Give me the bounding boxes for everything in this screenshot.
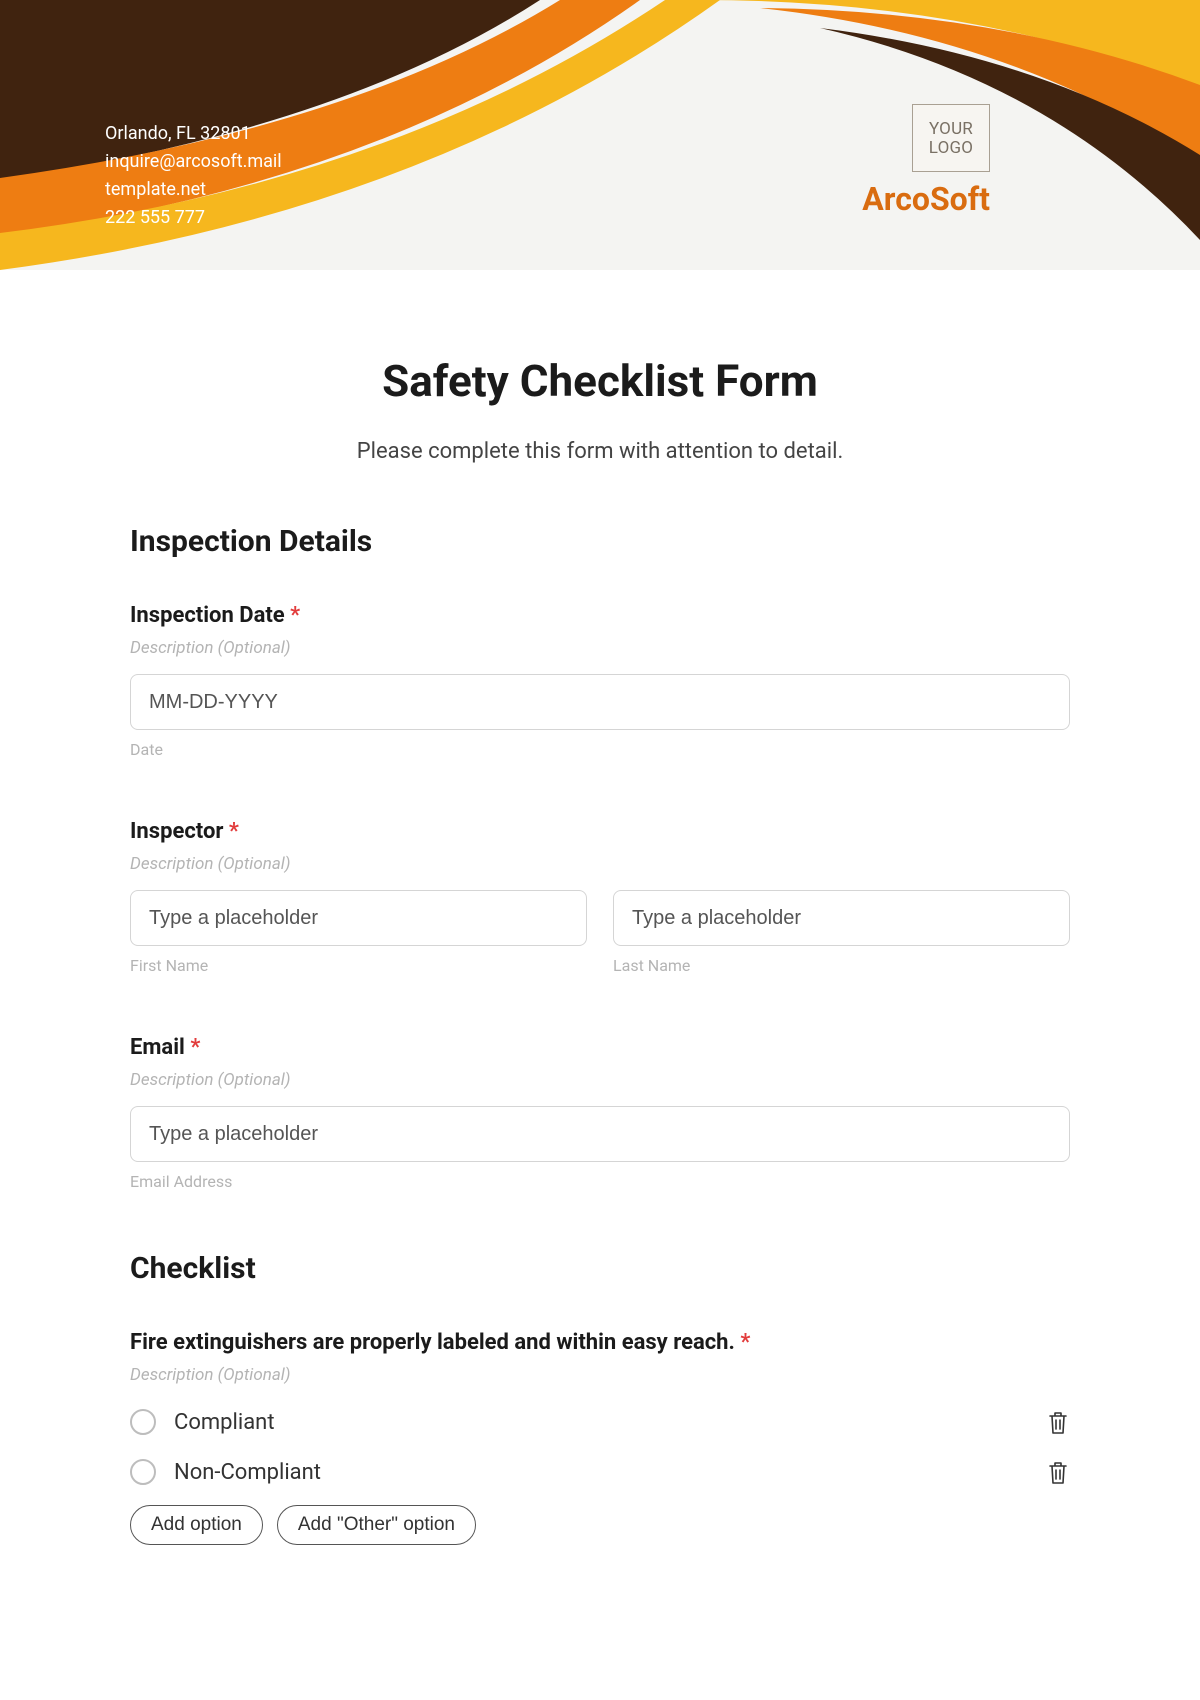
inspector-desc: Description (Optional) xyxy=(130,854,1070,874)
inspector-label: Inspector * xyxy=(130,819,1070,844)
company-email: inquire@arcosoft.mail xyxy=(105,148,282,176)
field-email: Email * Description (Optional) Email Add… xyxy=(130,1035,1070,1191)
inspector-first-sublabel: First Name xyxy=(130,956,587,975)
company-address: Orlando, FL 32801 xyxy=(105,120,282,148)
field-fire-extinguishers: Fire extinguishers are properly labeled … xyxy=(130,1330,1070,1545)
field-inspector: Inspector * Description (Optional) First… xyxy=(130,819,1070,975)
company-phone: 222 555 777 xyxy=(105,204,282,232)
section-checklist-heading: Checklist xyxy=(130,1251,1070,1286)
email-label: Email * xyxy=(130,1035,1070,1060)
radio-row-compliant: Compliant xyxy=(130,1401,1070,1443)
add-option-button[interactable]: Add option xyxy=(130,1505,263,1545)
email-input[interactable] xyxy=(130,1106,1070,1162)
required-marker: * xyxy=(229,819,239,844)
radio-noncompliant-label: Non-Compliant xyxy=(174,1460,321,1485)
inspection-date-sublabel: Date xyxy=(130,740,1070,759)
trash-icon[interactable] xyxy=(1046,1459,1070,1485)
radio-compliant[interactable] xyxy=(130,1409,156,1435)
fire-ext-desc: Description (Optional) xyxy=(130,1365,1070,1385)
logo-line2: LOGO xyxy=(913,139,989,158)
logo-line1: YOUR xyxy=(913,120,989,139)
brand-name: ArcoSoft xyxy=(862,180,990,218)
inspection-date-label: Inspection Date * xyxy=(130,603,1070,628)
radio-noncompliant[interactable] xyxy=(130,1459,156,1485)
brand-block: YOUR LOGO ArcoSoft xyxy=(862,104,990,218)
form-content: Safety Checklist Form Please complete th… xyxy=(130,270,1070,1545)
form-subtitle: Please complete this form with attention… xyxy=(130,439,1070,464)
section-inspection-heading: Inspection Details xyxy=(130,524,1070,559)
radio-compliant-label: Compliant xyxy=(174,1410,275,1435)
logo-placeholder: YOUR LOGO xyxy=(912,104,990,172)
company-info: Orlando, FL 32801 inquire@arcosoft.mail … xyxy=(105,120,282,232)
required-marker: * xyxy=(740,1330,750,1355)
inspector-first-name-input[interactable] xyxy=(130,890,587,946)
field-inspection-date: Inspection Date * Description (Optional)… xyxy=(130,603,1070,759)
required-marker: * xyxy=(290,603,300,628)
company-site: template.net xyxy=(105,176,282,204)
add-other-option-button[interactable]: Add "Other" option xyxy=(277,1505,476,1545)
fire-ext-label: Fire extinguishers are properly labeled … xyxy=(130,1330,1070,1355)
inspector-last-sublabel: Last Name xyxy=(613,956,1070,975)
email-sublabel: Email Address xyxy=(130,1172,1070,1191)
email-desc: Description (Optional) xyxy=(130,1070,1070,1090)
inspector-last-name-input[interactable] xyxy=(613,890,1070,946)
radio-row-noncompliant: Non-Compliant xyxy=(130,1451,1070,1493)
inspection-date-desc: Description (Optional) xyxy=(130,638,1070,658)
form-title: Safety Checklist Form xyxy=(130,355,1070,407)
trash-icon[interactable] xyxy=(1046,1409,1070,1435)
form-header: Orlando, FL 32801 inquire@arcosoft.mail … xyxy=(0,0,1200,270)
inspection-date-input[interactable] xyxy=(130,674,1070,730)
required-marker: * xyxy=(190,1035,200,1060)
